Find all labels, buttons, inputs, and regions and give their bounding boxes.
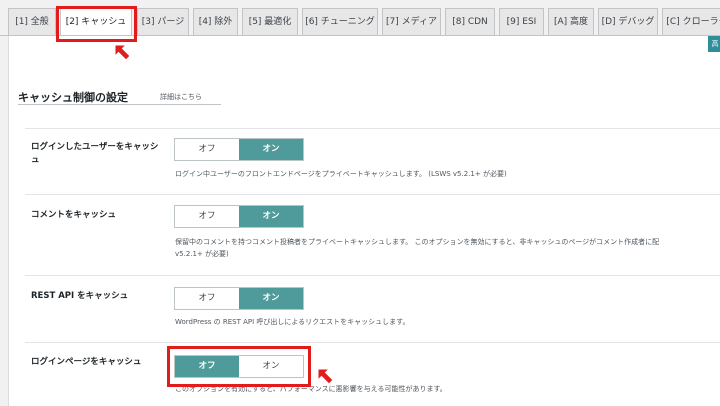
toggle-off-option[interactable]: オフ [175, 206, 239, 227]
cache-comments-description-cont: v5.2.1+ が必要) [175, 250, 229, 258]
highlight-box-cache-tab [56, 6, 137, 42]
cache-logged-in-toggle[interactable]: オフ オン [174, 138, 304, 161]
toggle-on-option[interactable]: オン [239, 288, 303, 309]
tab-crawler[interactable]: [C] クローラー [662, 8, 720, 36]
annotation-arrow-icon [317, 368, 334, 385]
cache-comments-label: コメントをキャッシュ [31, 210, 117, 220]
tab-exclude[interactable]: [4] 除外 [193, 8, 238, 36]
tab-optimize[interactable]: [5] 最適化 [242, 8, 298, 36]
section-divider [18, 104, 221, 105]
save-side-tab[interactable]: 高 [708, 36, 720, 52]
tab-tuning[interactable]: [6] チューニング [302, 8, 378, 36]
toggle-on-option[interactable]: オン [239, 206, 303, 227]
cache-rest-api-toggle[interactable]: オフ オン [174, 287, 304, 310]
toggle-off-option[interactable]: オフ [175, 288, 239, 309]
tab-media[interactable]: [7] メディア [382, 8, 441, 36]
toggle-on-option[interactable]: オン [239, 139, 303, 160]
cache-comments-description: 保留中のコメントを持つコメント投稿者をプライベートキャッシュします。 このオプシ… [175, 238, 660, 246]
annotation-arrow-icon [114, 44, 131, 61]
cache-comments-toggle[interactable]: オフ オン [174, 205, 304, 228]
row-divider [25, 128, 720, 129]
row-divider [25, 194, 720, 195]
tab-general[interactable]: [1] 全般 [8, 8, 56, 36]
cache-rest-api-description: WordPress の REST API 呼び出しによるリクエストをキャッシュし… [175, 318, 410, 326]
tab-esi[interactable]: [9] ESI [499, 8, 544, 36]
tab-purge[interactable]: [3] パージ [137, 8, 189, 36]
highlight-box-login-toggle [167, 346, 311, 387]
tab-debug[interactable]: [D] デバッグ [598, 8, 658, 36]
cache-login-page-label: ログインページをキャッシュ [31, 357, 142, 367]
tab-cdn[interactable]: [8] CDN [445, 8, 495, 36]
cache-logged-in-label: ログインしたユーザーをキャッシュ [31, 142, 159, 165]
cache-rest-api-label: REST API をキャッシュ [31, 291, 129, 301]
cache-logged-in-description: ログイン中ユーザーのフロントエンドページをプライベートキャッシュします。 (LS… [175, 170, 507, 178]
section-title: キャッシュ制御の設定 [18, 91, 128, 104]
row-divider [25, 275, 720, 276]
learn-more-link[interactable]: 詳細はこちら [160, 92, 202, 102]
toggle-off-option[interactable]: オフ [175, 139, 239, 160]
tab-advanced[interactable]: [A] 高度 [548, 8, 594, 36]
row-divider [25, 342, 720, 343]
